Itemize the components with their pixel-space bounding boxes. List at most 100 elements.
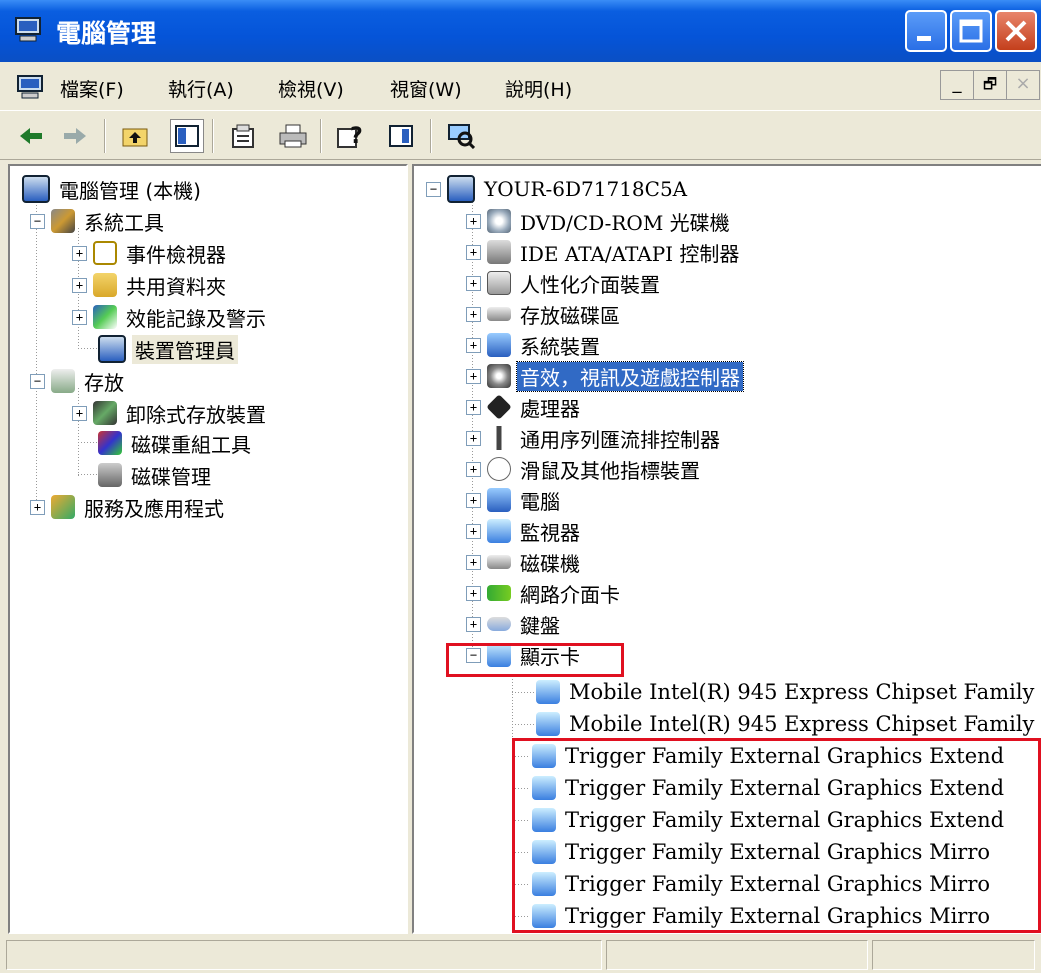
category-disk-drives[interactable]: + 磁碟機 bbox=[466, 547, 583, 577]
expand-toggle[interactable]: + bbox=[72, 245, 87, 261]
help-button[interactable]: ? bbox=[334, 119, 368, 153]
event-viewer-icon bbox=[93, 241, 117, 265]
help-icon: ? bbox=[337, 124, 363, 149]
category-monitors[interactable]: + 監視器 bbox=[466, 516, 583, 546]
expand-toggle[interactable]: + bbox=[466, 461, 481, 477]
tree-removable-storage[interactable]: + 卸除式存放裝置 bbox=[72, 398, 269, 428]
category-keyboards[interactable]: + 鍵盤 bbox=[466, 609, 563, 639]
print-icon bbox=[279, 124, 307, 148]
collapse-toggle[interactable]: − bbox=[30, 373, 45, 389]
tree-performance-logs[interactable]: + 效能記錄及警示 bbox=[72, 302, 269, 332]
forward-button[interactable] bbox=[58, 119, 92, 153]
disk-management-icon bbox=[98, 463, 122, 487]
computer-icon bbox=[487, 488, 511, 512]
child-restore-button[interactable]: 🗗 bbox=[973, 70, 1007, 100]
up-level-button[interactable] bbox=[118, 119, 152, 153]
tree-shared-folders[interactable]: + 共用資料夾 bbox=[72, 270, 229, 300]
tree-storage[interactable]: − 存放 bbox=[30, 366, 127, 396]
computer-management-icon bbox=[14, 16, 44, 48]
expand-toggle[interactable]: + bbox=[72, 309, 87, 325]
export-list-button[interactable] bbox=[384, 119, 418, 153]
maximize-button[interactable] bbox=[950, 10, 992, 52]
storage-icon bbox=[51, 369, 75, 393]
tree-disk-management[interactable]: 磁碟管理 bbox=[98, 460, 214, 490]
back-button[interactable] bbox=[14, 119, 48, 153]
title-bar[interactable]: 電腦管理 bbox=[0, 0, 1041, 62]
expand-toggle[interactable]: + bbox=[466, 213, 481, 229]
optical-drive-icon bbox=[487, 209, 511, 233]
ide-controller-icon bbox=[487, 240, 511, 264]
category-usb-controllers[interactable]: + 通用序列匯流排控制器 bbox=[466, 423, 723, 453]
show-hide-tree-icon bbox=[175, 125, 199, 147]
expand-toggle[interactable]: + bbox=[466, 244, 481, 260]
device-intel-945-2[interactable]: Mobile Intel(R) 945 Express Chipset Fami… bbox=[536, 709, 1037, 739]
print-button[interactable] bbox=[276, 119, 310, 153]
close-button[interactable] bbox=[995, 10, 1037, 52]
expand-toggle[interactable]: + bbox=[466, 306, 481, 322]
menu-bar: 檔案(F) 執行(A) 檢視(V) 視窗(W) 說明(H) bbox=[0, 62, 1041, 110]
show-hide-tree-button[interactable] bbox=[170, 119, 204, 153]
properties-button[interactable] bbox=[226, 119, 260, 153]
category-system-devices[interactable]: + 系統裝置 bbox=[466, 330, 603, 360]
expand-toggle[interactable]: + bbox=[466, 523, 481, 539]
expand-toggle[interactable]: + bbox=[466, 492, 481, 508]
minimize-button[interactable] bbox=[905, 10, 947, 52]
device-intel-945-1[interactable]: Mobile Intel(R) 945 Express Chipset Fami… bbox=[536, 677, 1037, 707]
expand-toggle[interactable]: + bbox=[466, 368, 481, 384]
status-panel-main bbox=[6, 940, 602, 970]
expand-toggle[interactable]: + bbox=[466, 554, 481, 570]
expand-toggle[interactable]: + bbox=[466, 585, 481, 601]
tree-device-manager[interactable]: 裝置管理員 bbox=[98, 334, 238, 364]
scan-hardware-button[interactable] bbox=[444, 119, 478, 153]
menu-window[interactable]: 視窗(W) bbox=[390, 75, 462, 102]
collapse-toggle[interactable]: − bbox=[426, 181, 441, 197]
category-hid[interactable]: + 人性化介面裝置 bbox=[466, 268, 663, 298]
expand-toggle[interactable]: + bbox=[466, 337, 481, 353]
tree-label: 共用資料夾 bbox=[126, 274, 226, 299]
expand-toggle[interactable]: + bbox=[466, 430, 481, 446]
menu-action[interactable]: 執行(A) bbox=[168, 75, 234, 102]
category-label: 網路介面卡 bbox=[520, 582, 620, 607]
expand-toggle[interactable]: + bbox=[72, 277, 87, 293]
system-devices-icon bbox=[487, 333, 511, 357]
expand-toggle[interactable]: + bbox=[466, 275, 481, 291]
console-tree-pane[interactable]: 電腦管理 (本機) − 系統工具 + 事件檢視器 + 共用資料夾 + 效能記錄及… bbox=[8, 164, 408, 934]
category-processors[interactable]: + 處理器 bbox=[466, 392, 583, 422]
tree-services-applications[interactable]: + 服務及應用程式 bbox=[30, 492, 227, 522]
category-dvd-cdrom[interactable]: + DVD/CD-ROM 光碟機 bbox=[466, 206, 733, 236]
menu-help[interactable]: 說明(H) bbox=[505, 75, 572, 102]
device-tree-root[interactable]: − YOUR-6D71718C5A bbox=[426, 174, 690, 204]
monitor-icon bbox=[487, 519, 511, 543]
collapse-toggle[interactable]: − bbox=[30, 213, 45, 229]
category-label: 音效，視訊及遊戲控制器 bbox=[516, 360, 744, 392]
sound-icon bbox=[487, 364, 511, 388]
tree-system-tools[interactable]: − 系統工具 bbox=[30, 206, 167, 236]
menu-file[interactable]: 檔案(F) bbox=[60, 75, 124, 102]
tree-label: 磁碟重組工具 bbox=[131, 432, 251, 457]
tree-event-viewer[interactable]: + 事件檢視器 bbox=[72, 238, 229, 268]
child-close-button[interactable]: × bbox=[1006, 70, 1040, 100]
forward-arrow-icon bbox=[64, 128, 86, 144]
expand-toggle[interactable]: + bbox=[466, 399, 481, 415]
category-mice[interactable]: + 滑鼠及其他指標裝置 bbox=[466, 454, 703, 484]
computer-management-window: 電腦管理 檔案(F) 執行(A) 檢視(V) 視窗(W) 說明(H) _ 🗗 × bbox=[0, 0, 1041, 973]
expand-toggle[interactable]: + bbox=[72, 405, 87, 421]
category-sound-video-game[interactable]: + 音效，視訊及遊戲控制器 bbox=[466, 360, 744, 392]
category-label: IDE ATA/ATAPI 控制器 bbox=[520, 241, 740, 266]
category-label: 人性化介面裝置 bbox=[520, 272, 660, 297]
menu-view[interactable]: 檢視(V) bbox=[278, 75, 344, 102]
expand-toggle[interactable]: + bbox=[466, 616, 481, 632]
category-ide-controller[interactable]: + IDE ATA/ATAPI 控制器 bbox=[466, 237, 742, 267]
category-computer[interactable]: + 電腦 bbox=[466, 485, 563, 515]
category-network-adapters[interactable]: + 網路介面卡 bbox=[466, 578, 623, 608]
system-menu-icon[interactable] bbox=[16, 74, 46, 104]
removable-storage-icon bbox=[93, 401, 117, 425]
category-label: 鍵盤 bbox=[520, 613, 560, 638]
category-label: 處理器 bbox=[520, 396, 580, 421]
tree-computer-management-local[interactable]: 電腦管理 (本機) bbox=[22, 174, 204, 204]
expand-toggle[interactable]: + bbox=[30, 499, 45, 515]
child-minimize-button[interactable]: _ bbox=[940, 70, 974, 100]
tree-label: 磁碟管理 bbox=[131, 464, 211, 489]
category-storage-volumes[interactable]: + 存放磁碟區 bbox=[466, 299, 623, 329]
tree-disk-defragmenter[interactable]: 磁碟重組工具 bbox=[98, 428, 254, 458]
